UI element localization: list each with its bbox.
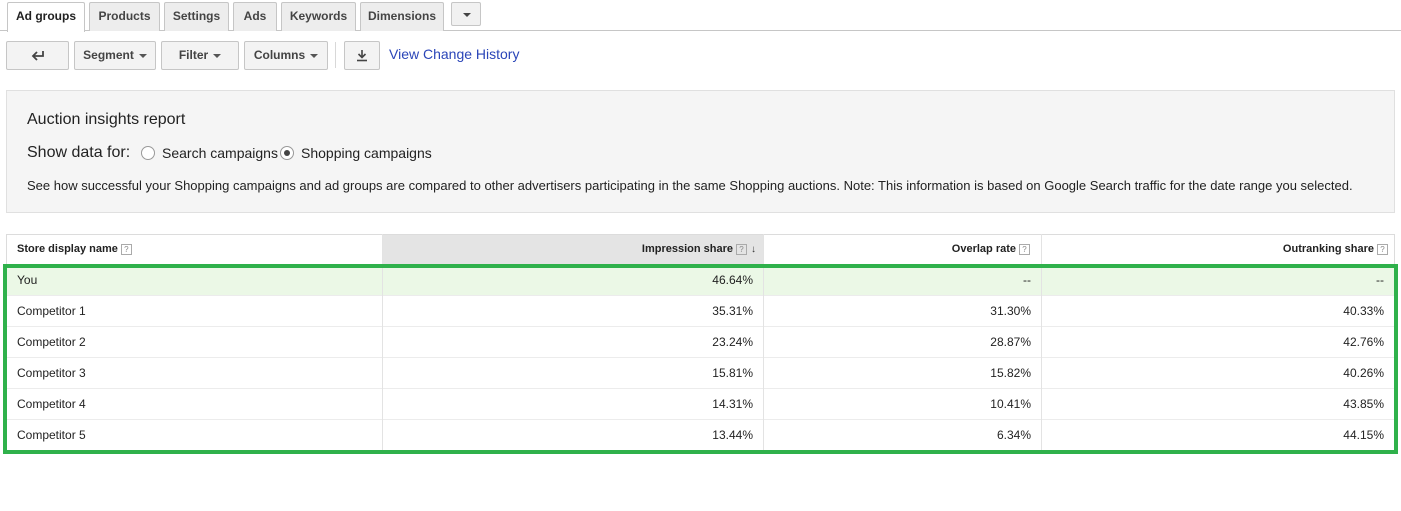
view-change-history-link[interactable]: View Change History — [389, 46, 519, 62]
table-header: Store display name? Impression share? ↓ O… — [6, 234, 1395, 265]
auction-insights-panel: Auction insights report Show data for: S… — [6, 90, 1395, 213]
tab-keywords[interactable]: Keywords — [281, 2, 356, 31]
column-header-store-display-name[interactable]: Store display name? — [17, 235, 377, 264]
column-header-label: Outranking share — [1282, 243, 1374, 255]
radio-shopping-campaigns[interactable] — [280, 146, 294, 160]
download-button[interactable] — [344, 41, 380, 70]
segment-button[interactable]: Segment — [74, 41, 156, 70]
show-data-for-label: Show data for: — [27, 144, 131, 161]
column-header-outranking-share[interactable]: Outranking share? — [1042, 235, 1394, 264]
panel-description: See how successful your Shopping campaig… — [27, 178, 1353, 193]
toolbar-divider — [335, 42, 336, 68]
column-header-label: Impression share — [641, 243, 733, 255]
help-icon[interactable]: ? — [1019, 243, 1030, 255]
radio-label-shopping-campaigns: Shopping campaigns — [301, 145, 432, 161]
tab-dimensions[interactable]: Dimensions — [360, 2, 444, 31]
radio-label-search-campaigns: Search campaigns — [162, 145, 278, 161]
highlight-box — [3, 264, 1398, 454]
column-header-impression-share[interactable]: Impression share? ↓ — [383, 235, 764, 264]
filter-button[interactable]: Filter — [161, 41, 239, 70]
help-icon[interactable]: ? — [120, 243, 132, 255]
tab-bar: Ad groups Products Settings Ads Keywords… — [0, 0, 1401, 32]
chevron-down-icon — [463, 13, 471, 17]
columns-label: Columns — [253, 48, 306, 62]
chevron-down-icon — [138, 53, 147, 58]
tab-products[interactable]: Products — [89, 2, 160, 31]
segment-label: Segment — [83, 48, 134, 62]
tab-ads[interactable]: Ads — [233, 2, 277, 31]
sort-descending-icon: ↓ — [751, 244, 756, 255]
help-icon[interactable]: ? — [1377, 243, 1388, 255]
chevron-down-icon — [310, 53, 319, 58]
panel-title: Auction insights report — [27, 111, 186, 128]
column-header-label: Store display name — [17, 243, 118, 255]
columns-button[interactable]: Columns — [244, 41, 328, 70]
filter-label: Filter — [178, 48, 209, 62]
column-header-label: Overlap rate — [951, 243, 1016, 255]
column-header-overlap-rate[interactable]: Overlap rate? — [764, 235, 1042, 264]
back-arrow-icon — [31, 50, 44, 61]
download-icon — [357, 50, 367, 62]
chevron-down-icon — [213, 53, 222, 58]
tab-settings[interactable]: Settings — [164, 2, 229, 31]
radio-search-campaigns[interactable] — [141, 146, 155, 160]
back-button[interactable] — [6, 41, 69, 70]
help-icon[interactable]: ? — [736, 243, 747, 255]
tab-ad-groups[interactable]: Ad groups — [7, 2, 85, 32]
more-tabs-button[interactable] — [451, 2, 481, 26]
